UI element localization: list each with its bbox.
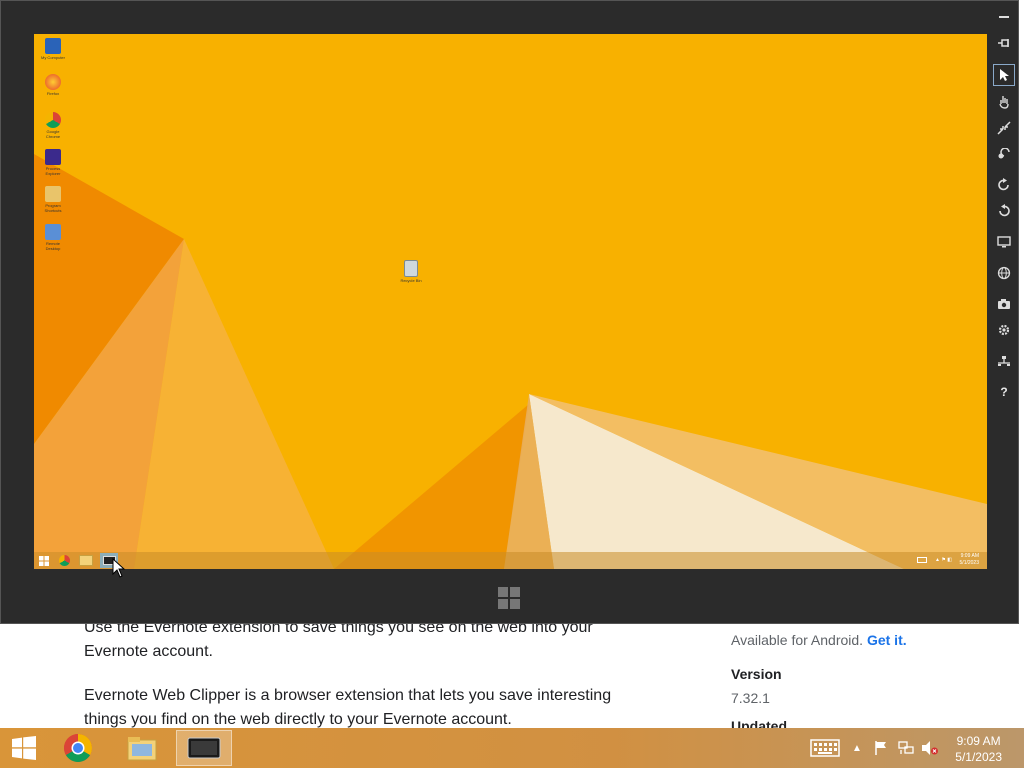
version-label: Version [731,666,782,682]
chevron-up-icon: ▲ [852,742,862,754]
simulator-clock[interactable]: 9:09 AM 5/1/2023 [960,553,979,567]
simulator-window: My Computer Firefox Google Chrome Proces… [0,0,1019,624]
desktop-icon-label: Google Chrome [45,129,61,139]
chrome-icon [64,734,92,762]
desktop-icon-label: Remote Desktop [45,241,61,251]
desktop-icon-label: Process Explorer [45,166,61,176]
desktop-icon-chrome[interactable]: Google Chrome [40,112,66,139]
simulator-taskbar: ▲ ⚑ ◧ 9:09 AM 5/1/2023 [34,552,987,569]
rotate-clockwise-button[interactable] [993,174,1015,196]
touch-mode-button[interactable] [993,91,1015,113]
taskbar: ▲ 9:09 AM 5/1/2023 [0,728,1024,768]
computer-icon [45,38,61,54]
availability-text: Available for Android. Get it. [731,632,907,648]
simulator-home-button[interactable] [498,587,520,609]
network-icon [898,741,914,754]
touch-keyboard-button[interactable] [808,738,842,758]
rotate-counterclockwise-button[interactable] [993,200,1015,222]
desktop-wallpaper [34,34,987,569]
windows-logo-icon [39,555,49,566]
minimize-icon [999,16,1009,18]
screenshot-button[interactable] [993,293,1015,315]
network-button[interactable] [993,350,1015,372]
show-hidden-icons-button[interactable]: ▲ [850,738,864,758]
rotate-ccw-icon [999,204,1010,217]
pin-button[interactable] [993,32,1015,54]
folder-icon [127,737,157,761]
desktop-icon-recycle-bin[interactable]: Recycle Bin [398,260,424,283]
version-value: 7.32.1 [731,690,770,706]
set-location-button[interactable] [993,262,1015,284]
mouse-mode-button[interactable] [993,64,1015,86]
available-for-android-label: Available for Android. [731,632,864,648]
app-icon [45,149,61,165]
network-icon [45,224,61,240]
pointer-icon [1000,69,1009,81]
taskbar-chrome-button[interactable] [50,730,106,766]
mouse-cursor [112,558,126,578]
folder-icon [79,555,93,566]
monitor-icon [997,236,1011,248]
simulator-tray-icons[interactable]: ▲ ⚑ ◧ [935,557,953,563]
taskbar-file-explorer-button[interactable] [114,730,170,766]
simulator-toolbar: ? [989,1,1019,625]
updated-label: Updated [731,718,787,728]
flag-icon [875,741,886,755]
hand-icon [999,96,1009,109]
rotate-cw-icon [998,178,1009,191]
rotate-touch-icon [998,148,1010,159]
minimize-button[interactable] [993,6,1015,28]
globe-icon [997,266,1011,280]
rotate-touch-button[interactable] [993,143,1015,165]
volume-button[interactable] [920,738,940,758]
simulator-screen[interactable]: My Computer Firefox Google Chrome Proces… [34,34,987,569]
help-button[interactable]: ? [993,381,1015,403]
windows-logo-icon [12,736,36,760]
windows-logo-icon [498,587,520,609]
speaker-muted-icon [922,741,938,755]
change-resolution-button[interactable] [993,231,1015,253]
desktop-icon-label: My Computer [40,55,65,60]
clock-date: 5/1/2023 [955,750,1002,764]
simulator-clock-time: 9:09 AM [960,553,979,559]
taskbar-simulator-button[interactable] [176,730,232,766]
settings-button[interactable] [993,319,1015,341]
simulator-taskbar-chrome[interactable] [55,553,73,568]
simulator-start-button[interactable] [35,553,53,568]
camera-icon [998,299,1010,309]
tablet-icon [187,737,221,759]
action-center-flag-button[interactable] [872,738,890,758]
desktop-icon-program-shortcuts[interactable]: Program Shortcuts [40,186,66,213]
pinch-icon [997,121,1011,135]
pin-icon [998,39,1009,47]
desktop-icon-remote-desktop[interactable]: Remote Desktop [40,224,66,251]
clock-time: 9:09 AM [956,734,1001,748]
simulator-taskbar-explorer[interactable] [77,553,95,568]
gear-icon [998,324,1010,336]
pinch-zoom-button[interactable] [993,117,1015,139]
firefox-icon [45,74,61,90]
taskbar-clock[interactable]: 9:09 AM 5/1/2023 [955,733,1002,765]
desktop-icon-firefox[interactable]: Firefox [40,74,66,96]
get-it-link[interactable]: Get it. [867,632,907,648]
chrome-icon [58,555,70,566]
desktop-icon-process-explorer[interactable]: Process Explorer [40,149,66,176]
chrome-icon [45,112,61,128]
simulator-clock-date: 5/1/2023 [959,560,979,566]
desktop-icon-my-computer[interactable]: My Computer [40,38,66,60]
desktop-icon-label: Firefox [46,91,60,96]
folder-icon [45,186,61,202]
network-status-button[interactable] [896,738,916,758]
start-button[interactable] [0,730,48,766]
recycle-bin-icon [404,260,418,277]
desktop-icon-label: Recycle Bin [400,278,422,283]
description-paragraph-2: Evernote Web Clipper is a browser extens… [84,687,612,728]
keyboard-icon [810,739,840,757]
network-icon [998,356,1010,366]
desktop-icon-label: Program Shortcuts [44,203,62,213]
help-icon: ? [1000,385,1008,399]
simulator-keyboard-icon[interactable] [917,557,927,563]
